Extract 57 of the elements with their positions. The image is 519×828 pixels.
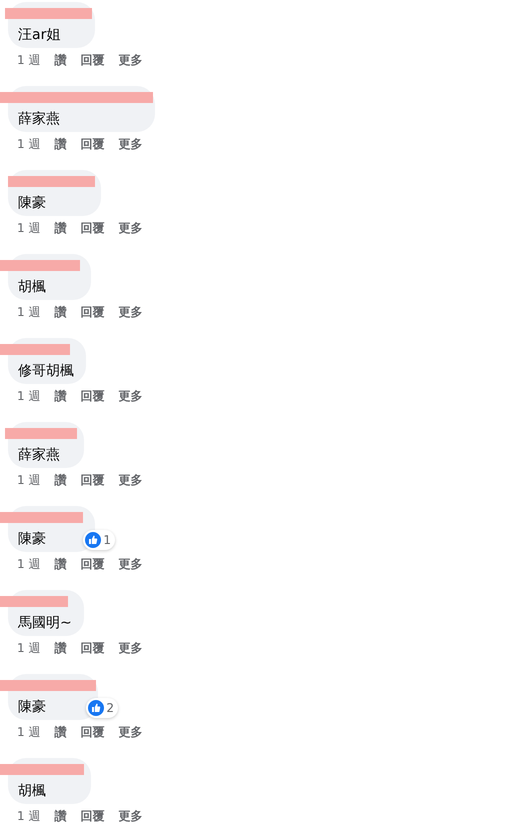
- comment-action-link[interactable]: 讚: [54, 640, 66, 656]
- comment-action-link[interactable]: 讚: [54, 724, 66, 740]
- like-count-badge[interactable]: 1: [83, 530, 115, 550]
- comment-time[interactable]: 1 週: [17, 220, 40, 236]
- thumbs-up-icon: [85, 532, 102, 548]
- comment-action-link[interactable]: 更多: [118, 640, 142, 656]
- comment-text: 胡楓: [18, 279, 46, 295]
- comment-action-link[interactable]: 更多: [118, 52, 142, 68]
- redaction-bar: [0, 344, 70, 355]
- comment-action-link[interactable]: 讚: [54, 556, 66, 572]
- comment-action-link[interactable]: 更多: [118, 724, 142, 740]
- redaction-bar: [0, 596, 68, 607]
- comment-action-link[interactable]: 更多: [118, 556, 142, 572]
- comment-time[interactable]: 1 週: [17, 808, 40, 824]
- comment-action-link[interactable]: 更多: [118, 136, 142, 152]
- comment-action-link[interactable]: 更多: [118, 388, 142, 404]
- comment-action-link[interactable]: 回覆: [80, 136, 104, 152]
- comment-text: 馬國明~: [18, 615, 72, 631]
- comment-action-link[interactable]: 更多: [118, 304, 142, 320]
- comment-action-link[interactable]: 讚: [54, 220, 66, 236]
- comment-time[interactable]: 1 週: [17, 640, 40, 656]
- comment-time[interactable]: 1 週: [17, 472, 40, 488]
- comment-text: 薛家燕: [18, 447, 60, 463]
- comment-action-link[interactable]: 更多: [118, 808, 142, 824]
- comment-action-link[interactable]: 回覆: [80, 220, 104, 236]
- comment-text: 修哥胡楓: [18, 363, 74, 379]
- comment-action-link[interactable]: 讚: [54, 136, 66, 152]
- comment-text: 陳豪: [18, 531, 46, 547]
- comment-text: 胡楓: [18, 783, 46, 799]
- like-count-badge[interactable]: 2: [86, 698, 118, 718]
- comment-action-link[interactable]: 回覆: [80, 304, 104, 320]
- comment-action-link[interactable]: 讚: [54, 52, 66, 68]
- comment-action-link[interactable]: 回覆: [80, 724, 104, 740]
- comment-time[interactable]: 1 週: [17, 388, 40, 404]
- comment-action-link[interactable]: 更多: [118, 472, 142, 488]
- comment-action-link[interactable]: 回覆: [80, 52, 104, 68]
- comment-action-link[interactable]: 讚: [54, 388, 66, 404]
- comment-action-link[interactable]: 回覆: [80, 472, 104, 488]
- comment-action-link[interactable]: 讚: [54, 808, 66, 824]
- comment-time[interactable]: 1 週: [17, 52, 40, 68]
- redaction-bar: [5, 428, 77, 439]
- comment-text: 薛家燕: [18, 111, 60, 127]
- comment-time[interactable]: 1 週: [17, 724, 40, 740]
- comment-action-link[interactable]: 回覆: [80, 808, 104, 824]
- comment-action-link[interactable]: 更多: [118, 220, 142, 236]
- comment-action-link[interactable]: 回覆: [80, 556, 104, 572]
- comment-time[interactable]: 1 週: [17, 304, 40, 320]
- comment-text: 陳豪: [18, 195, 46, 211]
- thumbs-up-icon: [88, 700, 104, 716]
- comment-time[interactable]: 1 週: [17, 556, 40, 572]
- comment-time[interactable]: 1 週: [17, 136, 40, 152]
- comment-action-link[interactable]: 讚: [54, 472, 66, 488]
- comment-action-link[interactable]: 回覆: [80, 388, 104, 404]
- comment-text: 陳豪: [18, 699, 46, 715]
- comment-action-link[interactable]: 回覆: [80, 640, 104, 656]
- comment-text: 汪ar姐: [18, 27, 60, 43]
- comment-action-link[interactable]: 讚: [54, 304, 66, 320]
